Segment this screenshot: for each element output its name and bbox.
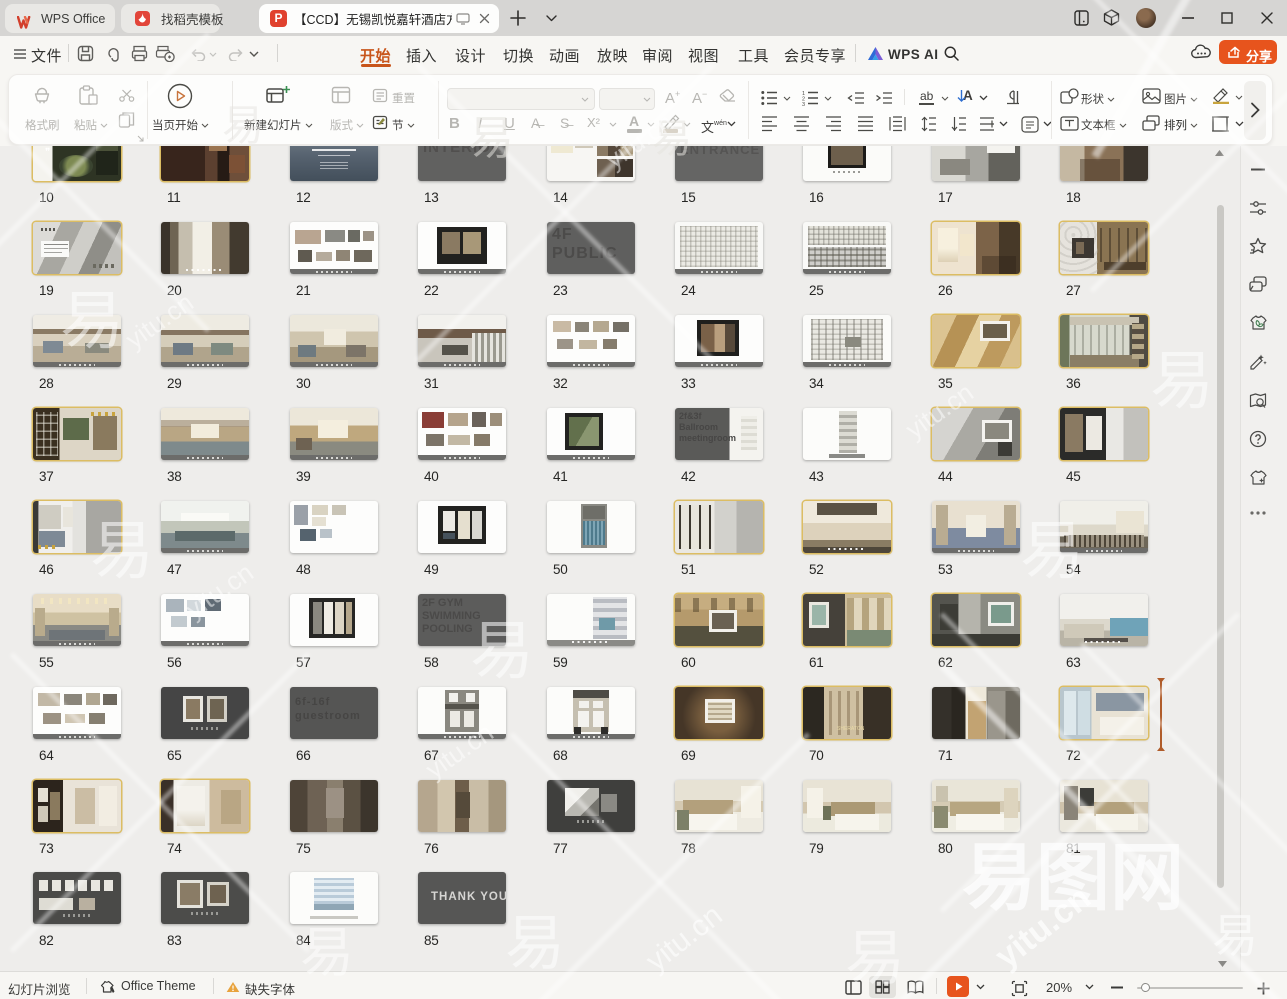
svg-text:3: 3 xyxy=(802,102,805,106)
